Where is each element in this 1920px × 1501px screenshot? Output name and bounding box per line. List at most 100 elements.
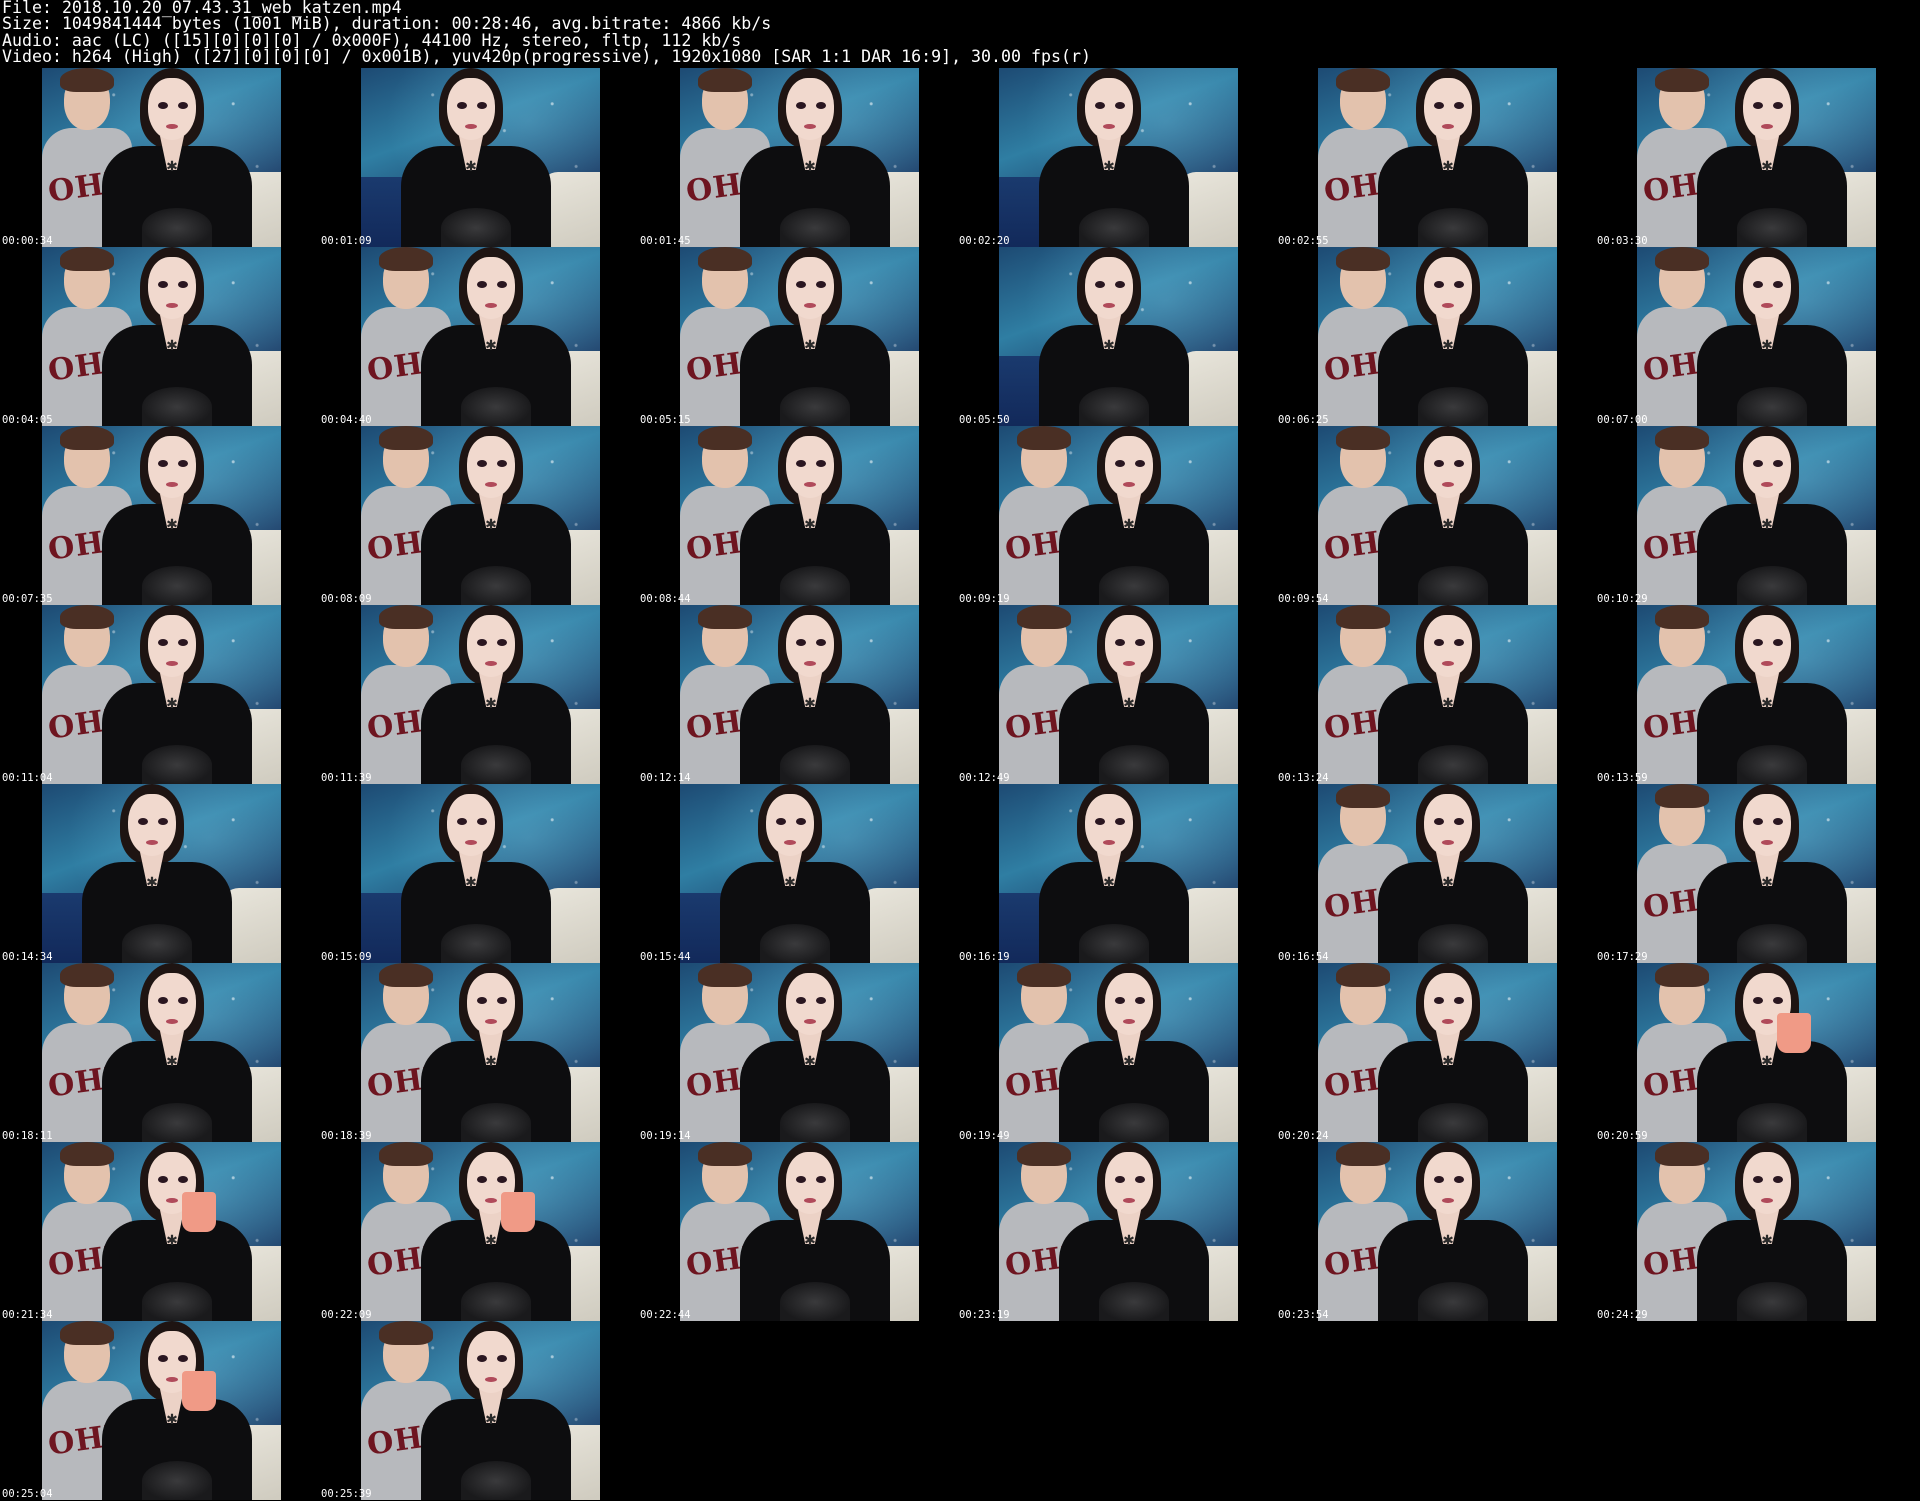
woman-eye xyxy=(1753,102,1763,109)
woman-head xyxy=(1424,794,1472,856)
woman-head xyxy=(1424,1152,1472,1214)
video-frame-thumbnail: OHIO ✱ xyxy=(42,426,281,605)
video-frame-thumbnail: OHIO ✱ xyxy=(1318,247,1557,426)
woman-lips xyxy=(166,1198,178,1203)
woman-eye xyxy=(796,997,806,1004)
thumbnail-cell: OHIO ✱ 00:04:40 xyxy=(319,247,638,426)
woman-eye xyxy=(138,818,148,825)
shirt-print xyxy=(142,1103,212,1142)
chest-tattoo-icon: ✱ xyxy=(1761,875,1773,891)
woman-eye xyxy=(1095,281,1105,288)
woman-lips xyxy=(1123,1019,1135,1024)
woman-lips xyxy=(485,1198,497,1203)
video-frame-thumbnail: OHIO ✱ xyxy=(42,605,281,784)
woman-lips xyxy=(804,124,816,129)
video-frame-thumbnail: OHIO ✱ xyxy=(42,963,281,1142)
shirt-print xyxy=(1418,1103,1488,1142)
video-frame-thumbnail: OHIO ✱ xyxy=(361,426,600,605)
shirt-print xyxy=(1418,924,1488,963)
shirt-print xyxy=(142,1461,212,1500)
thumbnail-cell: OHIO ✱ 00:07:35 xyxy=(0,426,319,605)
woman-head xyxy=(1424,78,1472,140)
chest-tattoo-icon: ✱ xyxy=(1761,696,1773,712)
chest-tattoo-icon: ✱ xyxy=(1123,517,1135,533)
woman-figure: ✱ xyxy=(1697,1142,1847,1321)
shirt-print xyxy=(1099,1282,1169,1321)
woman-figure: ✱ xyxy=(421,426,571,605)
thumbnail-cell: OHIO ✱ 00:24:29 xyxy=(1595,1142,1914,1321)
video-frame-thumbnail: OHIO ✱ xyxy=(1318,784,1557,963)
woman-lips xyxy=(1442,1198,1454,1203)
woman-figure: ✱ xyxy=(421,247,571,426)
thumbnail-cell: OHIO ✱ 00:19:49 xyxy=(957,963,1276,1142)
woman-figure: ✱ xyxy=(1697,784,1847,963)
shirt-print xyxy=(780,208,850,247)
woman-figure: ✱ xyxy=(740,1142,890,1321)
woman-eye xyxy=(1095,818,1105,825)
woman-lips xyxy=(1442,303,1454,308)
shirt-print xyxy=(461,1461,531,1500)
woman-lips xyxy=(1123,1198,1135,1203)
video-frame-thumbnail: ✱ xyxy=(999,68,1238,247)
chest-tattoo-icon: ✱ xyxy=(166,1233,178,1249)
thumbnail-cell: OHIO ✱ 00:25:04 xyxy=(0,1321,319,1500)
woman-lips xyxy=(1761,303,1773,308)
woman-eye xyxy=(1434,460,1444,467)
chest-tattoo-icon: ✱ xyxy=(485,338,497,354)
woman-figure: ✱ xyxy=(740,605,890,784)
video-frame-thumbnail: OHIO ✱ xyxy=(42,68,281,247)
video-frame-thumbnail: OHIO ✱ xyxy=(680,68,919,247)
woman-figure: ✱ xyxy=(740,247,890,426)
woman-eye xyxy=(796,281,806,288)
video-frame-thumbnail: ✱ xyxy=(999,784,1238,963)
woman-eye xyxy=(1434,102,1444,109)
woman-head xyxy=(786,973,834,1035)
video-frame-thumbnail: OHIO ✱ xyxy=(1318,426,1557,605)
woman-eye xyxy=(1135,997,1145,1004)
frame-timestamp: 00:01:45 xyxy=(640,235,691,247)
video-frame-thumbnail: ✱ xyxy=(999,247,1238,426)
woman-eye xyxy=(1135,460,1145,467)
woman-figure: ✱ xyxy=(1697,963,1847,1142)
video-frame-thumbnail: OHIO ✱ xyxy=(361,1142,600,1321)
woman-eye xyxy=(178,639,188,646)
shirt-print xyxy=(1737,1282,1807,1321)
thumbnail-cell: OHIO ✱ 00:11:04 xyxy=(0,605,319,784)
woman-head xyxy=(148,615,196,677)
frame-timestamp: 00:16:54 xyxy=(1278,951,1329,963)
shirt-print xyxy=(1079,208,1149,247)
woman-lips xyxy=(485,303,497,308)
video-frame-thumbnail: ✱ xyxy=(361,68,600,247)
thumbnail-cell: OHIO ✱ 00:07:00 xyxy=(1595,247,1914,426)
chest-tattoo-icon: ✱ xyxy=(166,338,178,354)
woman-lips xyxy=(804,1198,816,1203)
woman-lips xyxy=(166,482,178,487)
thumbnail-cell: OHIO ✱ 00:20:59 xyxy=(1595,963,1914,1142)
frame-timestamp: 00:13:59 xyxy=(1597,772,1648,784)
woman-eye xyxy=(158,639,168,646)
woman-eye xyxy=(178,1355,188,1362)
woman-lips xyxy=(804,482,816,487)
frame-timestamp: 00:24:29 xyxy=(1597,1309,1648,1321)
frame-timestamp: 00:01:09 xyxy=(321,235,372,247)
woman-lips xyxy=(1761,661,1773,666)
woman-eye xyxy=(1434,1176,1444,1183)
shirt-print xyxy=(780,745,850,784)
woman-lips xyxy=(1761,124,1773,129)
woman-head xyxy=(148,436,196,498)
thumbnail-cell: ✱ 00:16:19 xyxy=(957,784,1276,963)
woman-eye xyxy=(158,1355,168,1362)
woman-lips xyxy=(166,1019,178,1024)
thumbnail-cell: ✱ 00:14:34 xyxy=(0,784,319,963)
video-frame-thumbnail: OHIO ✱ xyxy=(999,963,1238,1142)
thumbnail-cell: OHIO ✱ 00:22:09 xyxy=(319,1142,638,1321)
video-frame-thumbnail: OHIO ✱ xyxy=(1318,605,1557,784)
woman-eye xyxy=(1753,997,1763,1004)
video-frame-thumbnail: ✱ xyxy=(361,784,600,963)
woman-eye xyxy=(497,997,507,1004)
woman-head xyxy=(1105,615,1153,677)
shirt-print xyxy=(760,924,830,963)
woman-figure: ✱ xyxy=(1039,784,1189,963)
chest-tattoo-icon: ✱ xyxy=(1442,1054,1454,1070)
frame-timestamp: 00:11:04 xyxy=(2,772,53,784)
